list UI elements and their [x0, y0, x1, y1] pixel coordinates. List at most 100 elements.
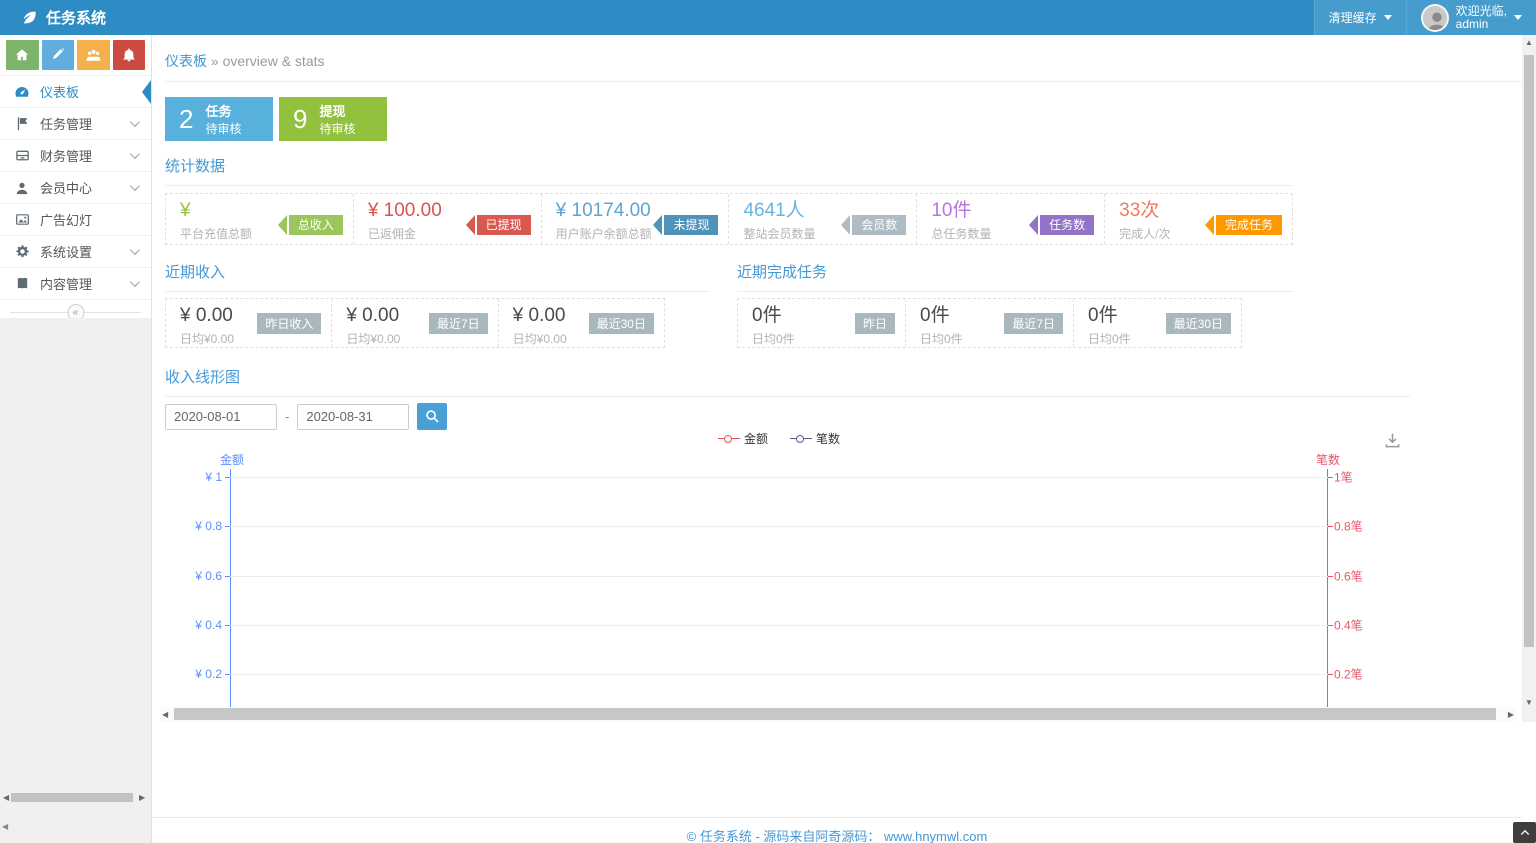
date-filter-row: - — [165, 403, 447, 430]
period-badge: 最近7日 — [1004, 313, 1063, 334]
users-icon — [86, 48, 101, 63]
legend-marker — [718, 435, 740, 443]
scrollbar-thumb[interactable] — [1524, 55, 1534, 647]
leaf-icon — [20, 9, 38, 27]
vertical-scrollbar[interactable]: ▲ ▼ — [1522, 35, 1536, 722]
right-axis-title: 笔数 — [1293, 451, 1363, 468]
sidebar: 仪表板 任务管理 财务管理 会员中心 广告幻灯 系统设置 — [0, 35, 152, 843]
scroll-left-icon[interactable]: ◀ — [162, 710, 168, 719]
left-axis-tick: ¥ 0.6 — [170, 569, 222, 583]
breadcrumb-dashboard-link[interactable]: 仪表板 — [165, 53, 207, 69]
stat-cards: ¥平台充值总额 总收入 ¥ 100.00已返佣金 已提现 ¥ 10174.00用… — [165, 193, 1293, 245]
gridline — [230, 576, 1328, 577]
sidebar-item-dashboard[interactable]: 仪表板 — [0, 75, 151, 107]
left-axis-line — [230, 469, 231, 709]
section-title-recent-income: 近期收入 — [165, 261, 710, 292]
period-badge: 最近7日 — [429, 313, 488, 334]
breadcrumb: 仪表板 » overview & stats — [165, 51, 325, 71]
ribbon-badge: 已提现 — [466, 206, 531, 244]
left-axis-title: 金额 — [197, 451, 267, 468]
footer: © 任务系统 - 源码来自阿奇源码： www.hnymwl.com — [152, 817, 1522, 843]
search-icon — [425, 409, 440, 424]
finance-icon — [14, 148, 30, 163]
period-badge: 最近30日 — [1166, 313, 1231, 334]
sidebar-item-member-center[interactable]: 会员中心 — [0, 171, 151, 203]
user-icon — [14, 181, 30, 195]
legend-marker — [790, 435, 812, 443]
footer-link[interactable]: www.hnymwl.com — [884, 829, 987, 843]
right-axis-line — [1327, 469, 1328, 709]
sidebar-item-ad-slides[interactable]: 广告幻灯 — [0, 203, 151, 235]
scroll-down-icon[interactable]: ▼ — [1525, 698, 1533, 707]
flag-icon — [14, 116, 30, 131]
download-chart-icon[interactable] — [1384, 432, 1401, 449]
image-icon — [14, 212, 30, 227]
app-screen: 任务系统 清理缓存 欢迎光临, admin — [0, 0, 1536, 843]
pending-tasks-box[interactable]: 2 任务 待审核 — [165, 97, 273, 141]
scroll-up-icon[interactable]: ▲ — [1525, 38, 1533, 47]
sidebar-item-system-settings[interactable]: 系统设置 — [0, 235, 151, 267]
ribbon-badge: 未提现 — [653, 206, 718, 244]
scroll-right-icon[interactable]: ▶ — [139, 793, 145, 802]
sidebar-item-content-management[interactable]: 内容管理 — [0, 267, 151, 299]
scroll-right-icon[interactable]: ▶ — [1508, 710, 1514, 719]
top-header: 任务系统 清理缓存 欢迎光临, admin — [0, 0, 1536, 35]
gridline — [230, 477, 1328, 478]
task-cards: 0件日均0件 昨日 0件日均0件 最近7日 0件日均0件 最近30日 — [737, 298, 1242, 348]
sidebar-item-label: 内容管理 — [40, 274, 92, 293]
sidebar-horizontal-scrollbar[interactable]: ◀ ▶ — [0, 791, 151, 805]
section-title-chart: 收入线形图 — [165, 366, 1410, 397]
gear-icon — [14, 244, 30, 259]
clear-cache-button[interactable]: 清理缓存 — [1314, 0, 1406, 35]
income-card-30days: ¥ 0.00日均¥0.00 最近30日 — [498, 299, 664, 347]
sidebar-item-label: 广告幻灯 — [40, 210, 92, 229]
pending-withdrawals-box[interactable]: 9 提现 待审核 — [279, 97, 387, 141]
user-menu[interactable]: 欢迎光临, admin — [1406, 0, 1536, 35]
book-icon — [14, 276, 30, 291]
stat-card-withdrawn: ¥ 100.00已返佣金 已提现 — [353, 194, 541, 244]
gridline — [230, 625, 1328, 626]
legend-item-amount[interactable]: 金额 — [718, 430, 768, 447]
back-to-top-button[interactable] — [1513, 822, 1536, 843]
chart-horizontal-scrollbar[interactable]: ◀ ▶ — [160, 707, 1516, 722]
sidebar-item-finance-management[interactable]: 财务管理 — [0, 139, 151, 171]
sidebar-background — [0, 318, 151, 843]
left-axis-tick: ¥ 0.8 — [170, 519, 222, 533]
section-title-recent-tasks: 近期完成任务 — [737, 261, 1293, 292]
date-to-input[interactable] — [297, 404, 409, 430]
page-scroll-left-icon[interactable]: ◀ — [2, 822, 8, 831]
task-card-7days: 0件日均0件 最近7日 — [905, 299, 1073, 347]
income-line-chart: ¥ 1 ¥ 0.8 ¥ 0.6 ¥ 0.4 ¥ 0.2 1笔 0.8笔 0.6笔… — [230, 477, 1328, 709]
users-button[interactable] — [77, 40, 110, 70]
scrollbar-thumb[interactable] — [11, 793, 133, 802]
sidebar-item-task-management[interactable]: 任务管理 — [0, 107, 151, 139]
chevron-down-icon — [130, 245, 140, 255]
task-card-yesterday: 0件日均0件 昨日 — [738, 299, 905, 347]
scrollbar-thumb[interactable] — [174, 708, 1496, 720]
stat-card-total-income: ¥平台充值总额 总收入 — [166, 194, 353, 244]
notifications-button[interactable] — [113, 40, 146, 70]
sidebar-toolbar — [0, 35, 151, 75]
pending-row: 2 任务 待审核 9 提现 待审核 — [165, 97, 387, 141]
home-button[interactable] — [6, 40, 39, 70]
date-separator: - — [285, 409, 289, 424]
app-logo[interactable]: 任务系统 — [0, 7, 106, 28]
sidebar-item-label: 财务管理 — [40, 146, 92, 165]
date-from-input[interactable] — [165, 404, 277, 430]
stat-card-members: 4641人整站会员数量 会员数 — [728, 194, 916, 244]
stat-card-completions: 33次完成人/次 完成任务 — [1104, 194, 1292, 244]
right-axis-tick: 0.6笔 — [1334, 568, 1390, 585]
left-axis-tick: ¥ 0.2 — [170, 667, 222, 681]
right-axis-tick: 1笔 — [1334, 469, 1390, 486]
chevron-down-icon — [130, 149, 140, 159]
period-badge: 最近30日 — [589, 313, 654, 334]
scroll-left-icon[interactable]: ◀ — [3, 793, 9, 802]
legend-item-count[interactable]: 笔数 — [790, 430, 840, 447]
edit-button[interactable] — [42, 40, 75, 70]
pencil-icon — [51, 48, 65, 62]
main-content: 仪表板 » overview & stats 2 任务 待审核 9 提现 待审核… — [152, 35, 1522, 843]
dashboard-icon — [14, 84, 30, 100]
period-badge: 昨日收入 — [257, 313, 321, 334]
footer-text: © 任务系统 - 源码来自阿奇源码： — [687, 829, 881, 843]
search-button[interactable] — [417, 403, 447, 430]
